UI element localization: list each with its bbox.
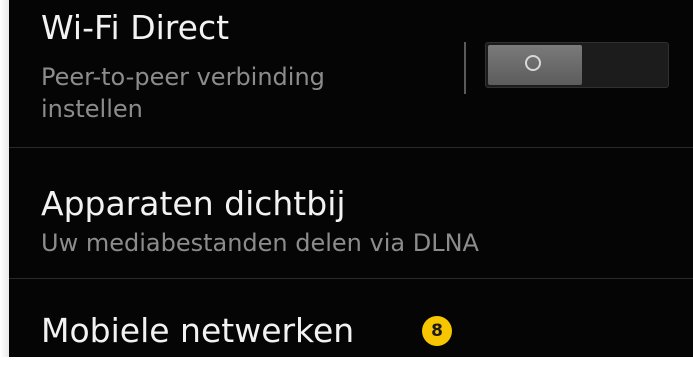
power-off-ring-icon bbox=[525, 55, 541, 71]
wifi-direct-toggle[interactable] bbox=[485, 42, 669, 88]
settings-item-nearby-devices[interactable]: Apparaten dichtbij Uw mediabestanden del… bbox=[9, 148, 693, 279]
wifi-direct-subtitle: Peer-to-peer verbinding instellen bbox=[41, 63, 325, 123]
settings-item-mobile-networks[interactable]: Mobiele netwerken 8 bbox=[9, 279, 693, 357]
wifi-direct-title: Wi-Fi Direct bbox=[41, 8, 230, 47]
nearby-devices-title: Apparaten dichtbij bbox=[41, 184, 346, 223]
vertical-divider bbox=[464, 42, 466, 94]
mobile-networks-title: Mobiele netwerken bbox=[41, 311, 355, 350]
toggle-knob[interactable] bbox=[488, 45, 582, 85]
settings-screen: Wi-Fi Direct Peer-to-peer verbinding ins… bbox=[9, 0, 693, 357]
page-left-margin bbox=[0, 0, 9, 357]
settings-item-wifi-direct[interactable]: Wi-Fi Direct Peer-to-peer verbinding ins… bbox=[9, 0, 693, 148]
nearby-devices-subtitle: Uw mediabestanden delen via DLNA bbox=[41, 229, 479, 257]
callout-number-badge: 8 bbox=[422, 316, 452, 346]
